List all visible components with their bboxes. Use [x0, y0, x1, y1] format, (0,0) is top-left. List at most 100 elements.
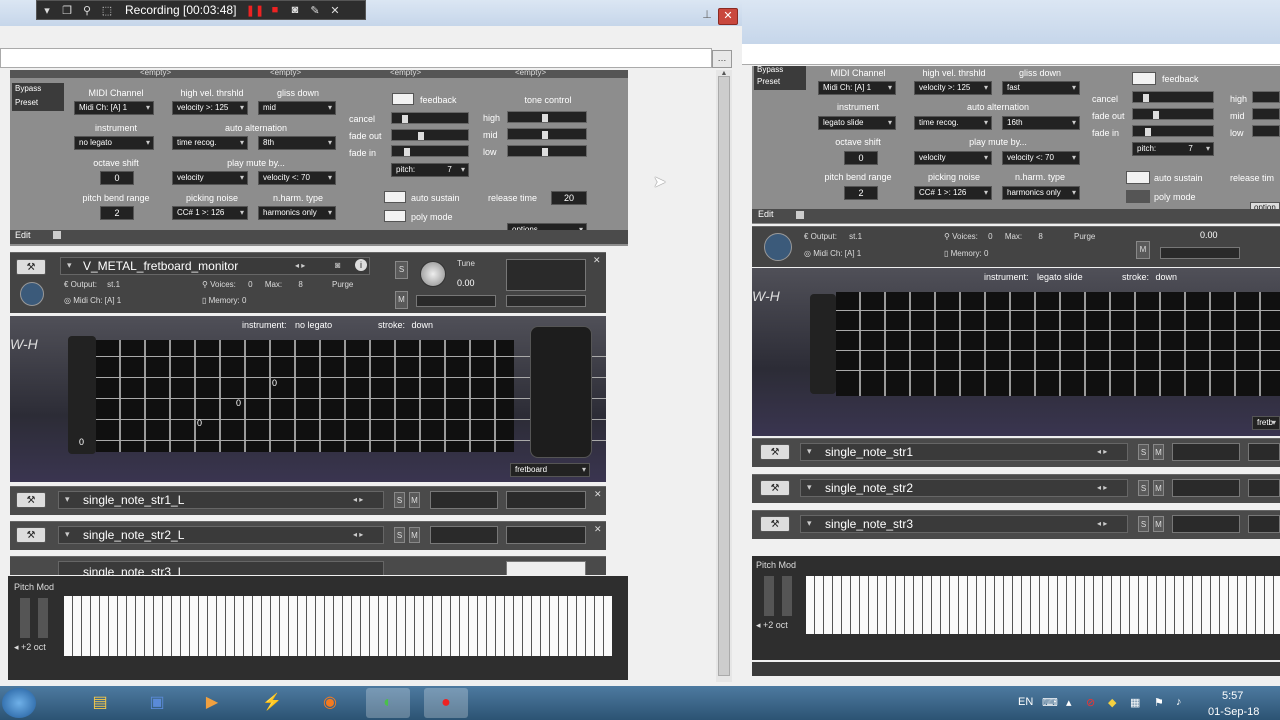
tab[interactable]: <empty>: [390, 68, 421, 77]
chevron-down-icon[interactable]: ▾: [807, 446, 812, 457]
feedback-toggle[interactable]: [1132, 72, 1156, 85]
nharm-select[interactable]: harmonics only: [1002, 186, 1080, 200]
pin-icon[interactable]: ⊥: [700, 8, 714, 22]
cancel-slider[interactable]: [1132, 91, 1214, 103]
alternation-note-select[interactable]: 8th: [258, 136, 336, 150]
pitch-bend-value[interactable]: 2: [844, 186, 878, 200]
tune-knob[interactable]: [420, 261, 446, 287]
tone-high-slider[interactable]: [1252, 91, 1280, 103]
slot-name[interactable]: single_note_str2_L: [83, 528, 184, 542]
wrench-icon[interactable]: ⚒: [760, 516, 790, 532]
solo-button[interactable]: S: [1138, 516, 1149, 532]
output-value[interactable]: st.1: [107, 280, 120, 289]
solo-button[interactable]: S: [1138, 480, 1149, 496]
poly-mode-toggle[interactable]: [1126, 190, 1150, 203]
wrench-icon[interactable]: ⚒: [16, 259, 46, 275]
chevron-down-icon[interactable]: ▾: [37, 4, 57, 17]
octave-indicator[interactable]: ◂ +2 oct: [14, 642, 46, 653]
bypass-button[interactable]: Bypass: [15, 84, 41, 93]
mute-velocity-field[interactable]: velocity <: 70: [1002, 151, 1080, 165]
volume-slider[interactable]: [506, 295, 586, 307]
auto-sustain-toggle[interactable]: [384, 191, 406, 203]
vertical-scrollbar[interactable]: ▲: [716, 70, 732, 682]
instrument-slot-1[interactable]: ⚒ ▾ single_note_str1_L ◂ ▸ S M ✕: [10, 486, 606, 515]
pan-volume-sliders[interactable]: [430, 526, 498, 544]
auto-alternation-select[interactable]: time recog.: [914, 116, 992, 130]
cancel-slider[interactable]: [391, 112, 469, 124]
edit-button[interactable]: Edit: [15, 230, 31, 240]
instrument-slot-3[interactable]: ⚒ ▾ single_note_str3 ◂ ▸ S M: [752, 510, 1280, 539]
pan-volume-sliders[interactable]: [1172, 443, 1240, 461]
alternation-note-select[interactable]: 16th: [1002, 116, 1080, 130]
mute-button[interactable]: M: [1136, 241, 1150, 259]
tab[interactable]: <empty>: [515, 68, 546, 77]
auto-sustain-toggle[interactable]: [1126, 171, 1150, 184]
octave-shift-value[interactable]: 0: [100, 171, 134, 185]
edit-button[interactable]: Edit: [758, 209, 774, 219]
media-player-icon[interactable]: ▶: [190, 688, 234, 718]
output-value[interactable]: st.1: [849, 232, 862, 241]
more-button[interactable]: …: [712, 50, 732, 68]
tune-value[interactable]: 0.00: [457, 278, 475, 288]
edit-toggle-icon[interactable]: [53, 231, 61, 239]
chevron-down-icon[interactable]: ▾: [67, 260, 72, 271]
max-value[interactable]: 8: [298, 280, 302, 289]
midi-channel-select[interactable]: Midi Ch: [A] 1: [818, 81, 896, 95]
midi-value[interactable]: [A] 1: [845, 249, 861, 258]
wrench-icon[interactable]: ⚒: [760, 444, 790, 460]
pause-icon[interactable]: ❚❚: [245, 4, 265, 17]
octave-shift-value[interactable]: 0: [844, 151, 878, 165]
warning-icon[interactable]: ◆: [1108, 696, 1116, 709]
gliss-down-select[interactable]: mid: [258, 101, 336, 115]
slot-name[interactable]: single_note_str3_L: [83, 565, 184, 575]
chevron-down-icon[interactable]: ▾: [807, 518, 812, 529]
wrench-icon[interactable]: ⚒: [16, 492, 46, 508]
solo-button[interactable]: S: [1138, 444, 1149, 460]
language-indicator[interactable]: EN: [1018, 696, 1033, 708]
prev-next-arrows-icon[interactable]: ◂ ▸: [353, 530, 363, 539]
pan-slider[interactable]: [1160, 247, 1240, 259]
fade-in-slider[interactable]: [1132, 125, 1214, 137]
fretboard-view-select[interactable]: fretboard: [510, 463, 590, 477]
feedback-toggle[interactable]: [392, 93, 414, 105]
pitch-wheel[interactable]: [764, 576, 774, 616]
solo-button[interactable]: S: [394, 527, 405, 543]
slot-name[interactable]: single_note_str3: [825, 517, 913, 531]
pan-slider[interactable]: [416, 295, 496, 307]
mute-button[interactable]: M: [1153, 444, 1164, 460]
action-center-icon[interactable]: ⚑: [1154, 696, 1164, 709]
pan-volume-sliders[interactable]: [430, 491, 498, 509]
recorder-icon[interactable]: ●: [424, 688, 468, 718]
network-icon[interactable]: ▦: [1130, 696, 1140, 709]
midi-channel-select[interactable]: Midi Ch: [A] 1: [74, 101, 154, 115]
keyboard-icon[interactable]: ⌨: [1042, 696, 1058, 709]
wrench-icon[interactable]: ⚒: [760, 480, 790, 496]
tone-low-slider[interactable]: [507, 145, 587, 157]
app-icon[interactable]: ◐: [366, 688, 410, 718]
pan-volume-sliders[interactable]: [1172, 479, 1240, 497]
tab[interactable]: <empty>: [140, 68, 171, 77]
close-button[interactable]: ✕: [718, 8, 738, 25]
mute-velocity-field[interactable]: velocity <: 70: [258, 171, 336, 185]
fretboard-view-select[interactable]: fretb: [1252, 416, 1280, 430]
purge-button[interactable]: Purge: [332, 280, 353, 289]
play-mute-select[interactable]: velocity: [914, 151, 992, 165]
chevron-down-icon[interactable]: ▾: [807, 482, 812, 493]
pan-volume-sliders[interactable]: [1172, 515, 1240, 533]
slot-name[interactable]: single_note_str2: [825, 481, 913, 495]
play-mute-select[interactable]: velocity: [172, 171, 248, 185]
release-time-value[interactable]: 20: [551, 191, 587, 205]
pitch-bend-value[interactable]: 2: [100, 206, 134, 220]
tone-mid-slider[interactable]: [507, 128, 587, 140]
chevron-down-icon[interactable]: ▾: [65, 494, 70, 505]
mod-wheel[interactable]: [782, 576, 792, 616]
camera-icon[interactable]: ◙: [285, 4, 305, 16]
close-icon[interactable]: ✕: [594, 524, 602, 535]
prev-next-arrows-icon[interactable]: ◂ ▸: [295, 261, 305, 270]
mute-button[interactable]: M: [1153, 480, 1164, 496]
tray-app-icon[interactable]: ⊘: [1086, 696, 1095, 709]
pitch-field[interactable]: pitch: 7: [391, 163, 469, 177]
auto-alternation-select[interactable]: time recog.: [172, 136, 248, 150]
instrument-slot-2[interactable]: ⚒ ▾ single_note_str2_L ◂ ▸ S M ✕: [10, 521, 606, 550]
start-button-icon[interactable]: [2, 688, 36, 718]
